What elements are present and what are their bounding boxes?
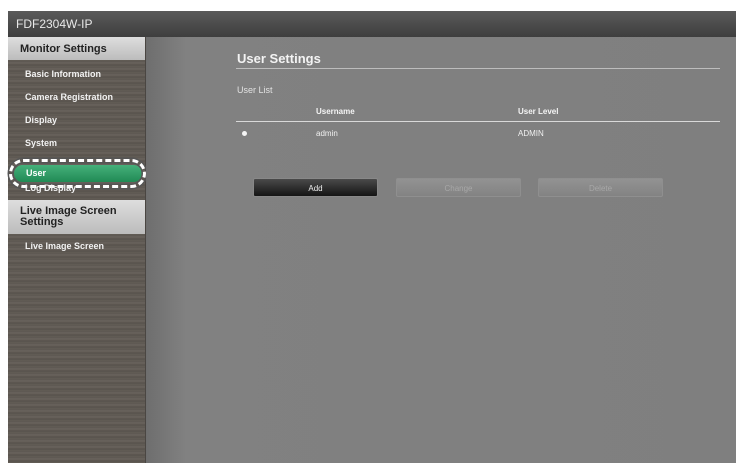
delete-button[interactable]: Delete — [538, 178, 663, 197]
live-image-settings-header: Live Image Screen Settings — [8, 200, 145, 234]
column-header-user-level: User Level — [518, 107, 559, 116]
cell-username: admin — [316, 129, 338, 138]
table-header-divider — [236, 121, 720, 122]
sidebar-item-live-image-screen[interactable]: Live Image Screen — [25, 241, 104, 251]
sidebar-item-basic-information[interactable]: Basic Information — [25, 69, 101, 79]
window-title: FDF2304W-IP — [8, 11, 736, 37]
row-select-radio[interactable] — [242, 131, 247, 136]
change-button[interactable]: Change — [396, 178, 521, 197]
cell-user-level: ADMIN — [518, 129, 544, 138]
live-image-settings-header-label: Live Image Screen Settings — [20, 205, 117, 228]
page-title: User Settings — [237, 51, 321, 66]
sidebar: Monitor Settings Basic Information Camer… — [8, 37, 146, 463]
title-divider — [236, 68, 720, 69]
user-list-label: User List — [237, 85, 273, 95]
column-header-username: Username — [316, 107, 355, 116]
sidebar-item-log-display[interactable]: Log Display — [25, 183, 76, 193]
monitor-settings-header: Monitor Settings — [8, 37, 145, 60]
main-content: User Settings User List Username User Le… — [146, 37, 736, 463]
sidebar-item-camera-registration[interactable]: Camera Registration — [25, 92, 113, 102]
sidebar-item-system[interactable]: System — [25, 138, 57, 148]
add-button[interactable]: Add — [253, 178, 378, 197]
app-window: FDF2304W-IP Monitor Settings Basic Infor… — [8, 11, 736, 463]
sidebar-item-display[interactable]: Display — [25, 115, 57, 125]
sidebar-item-user[interactable]: User — [14, 165, 142, 182]
